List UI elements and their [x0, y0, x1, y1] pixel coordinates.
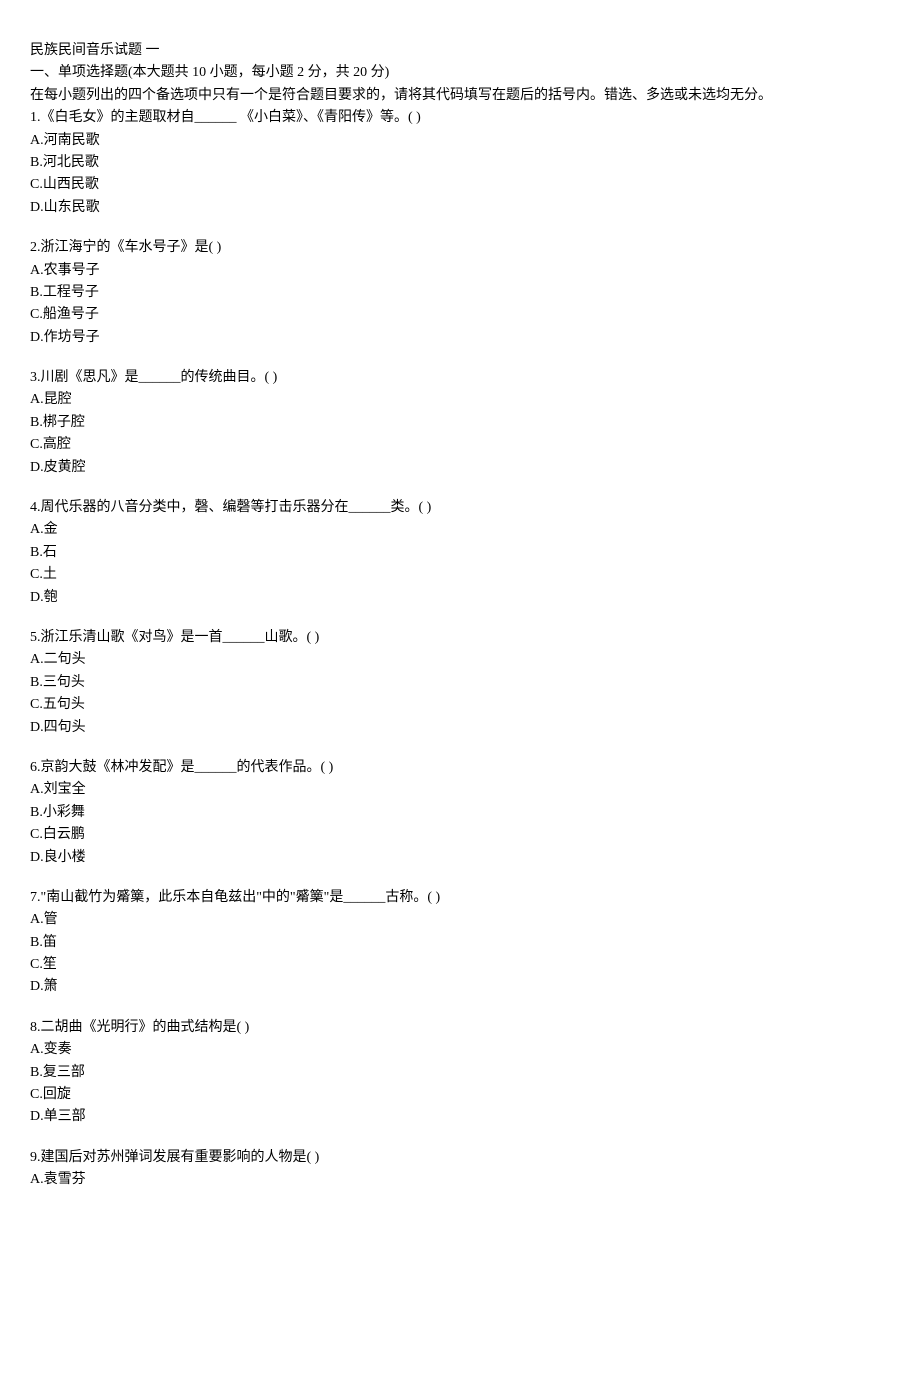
- question-stem: 7."南山截竹为觱篥，此乐本自龟兹出"中的"觱篥"是______古称。( ): [30, 887, 890, 909]
- question-option: D.匏: [30, 587, 890, 609]
- question-stem: 8.二胡曲《光明行》的曲式结构是( ): [30, 1017, 890, 1039]
- question-option: B.三句头: [30, 672, 890, 694]
- question-option: C.山西民歌: [30, 174, 890, 196]
- question-stem: 1.《白毛女》的主题取材自______ 《小白菜》、《青阳传》等。( ): [30, 107, 890, 129]
- question-option: D.单三部: [30, 1106, 890, 1128]
- question-option: A.二句头: [30, 649, 890, 671]
- question-option: C.笙: [30, 954, 890, 976]
- question-option: C.回旋: [30, 1084, 890, 1106]
- question-option: C.船渔号子: [30, 304, 890, 326]
- question-option: A.昆腔: [30, 389, 890, 411]
- question-option: D.箫: [30, 976, 890, 998]
- question-option: A.农事号子: [30, 260, 890, 282]
- question-option: B.小彩舞: [30, 802, 890, 824]
- question-option: B.复三部: [30, 1062, 890, 1084]
- question-option: C.五句头: [30, 694, 890, 716]
- question-option: C.高腔: [30, 434, 890, 456]
- question-option: A.金: [30, 519, 890, 541]
- questions-container: 1.《白毛女》的主题取材自______ 《小白菜》、《青阳传》等。( )A.河南…: [30, 107, 890, 1191]
- question-option: B.石: [30, 542, 890, 564]
- question-option: C.土: [30, 564, 890, 586]
- question-option: A.河南民歌: [30, 130, 890, 152]
- question-option: D.山东民歌: [30, 197, 890, 219]
- question-stem: 4.周代乐器的八音分类中，磬、编磬等打击乐器分在______类。( ): [30, 497, 890, 519]
- exam-title: 民族民间音乐试题 一: [30, 40, 890, 62]
- question-option: A.刘宝全: [30, 779, 890, 801]
- question-option: D.良小楼: [30, 847, 890, 869]
- section-header: 一、单项选择题(本大题共 10 小题，每小题 2 分，共 20 分): [30, 62, 890, 84]
- question-stem: 3.川剧《思凡》是______的传统曲目。( ): [30, 367, 890, 389]
- instruction-text: 在每小题列出的四个备选项中只有一个是符合题目要求的，请将其代码填写在题后的括号内…: [30, 85, 890, 107]
- question-option: A.袁雪芬: [30, 1169, 890, 1191]
- question-stem: 2.浙江海宁的《车水号子》是( ): [30, 237, 890, 259]
- question-option: D.四句头: [30, 717, 890, 739]
- question-option: A.变奏: [30, 1039, 890, 1061]
- question-option: B.梆子腔: [30, 412, 890, 434]
- question-stem: 5.浙江乐清山歌《对鸟》是一首______山歌。( ): [30, 627, 890, 649]
- question-option: B.河北民歌: [30, 152, 890, 174]
- question-option: C.白云鹏: [30, 824, 890, 846]
- question-option: D.作坊号子: [30, 327, 890, 349]
- question-option: A.管: [30, 909, 890, 931]
- question-option: B.工程号子: [30, 282, 890, 304]
- question-option: B.笛: [30, 932, 890, 954]
- question-stem: 6.京韵大鼓《林冲发配》是______的代表作品。( ): [30, 757, 890, 779]
- question-stem: 9.建国后对苏州弹词发展有重要影响的人物是( ): [30, 1147, 890, 1169]
- question-option: D.皮黄腔: [30, 457, 890, 479]
